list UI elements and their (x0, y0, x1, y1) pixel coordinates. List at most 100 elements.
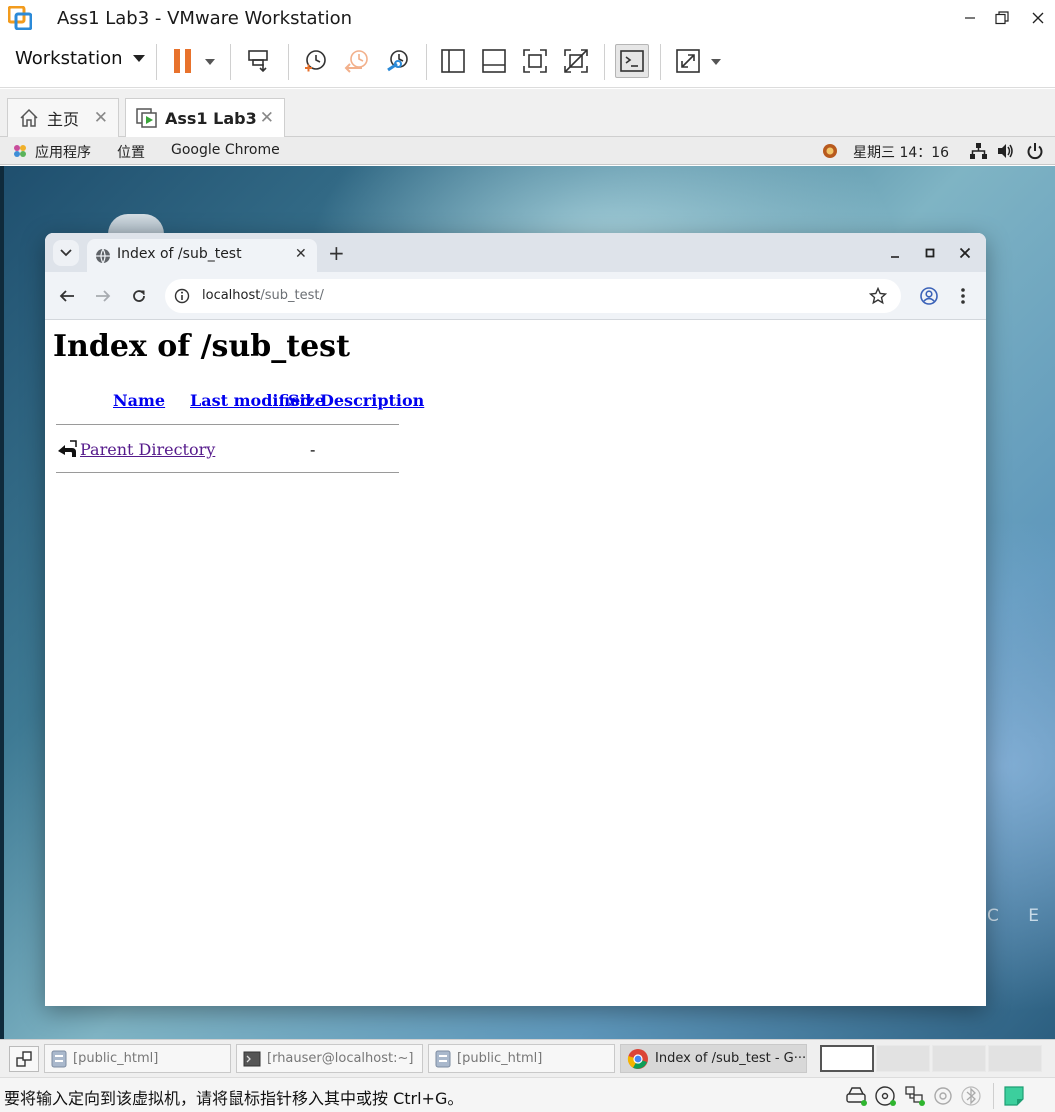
revert-snapshot-button[interactable] (340, 44, 374, 78)
workspace-3[interactable] (932, 1045, 986, 1072)
pause-dropdown-caret[interactable] (205, 59, 215, 65)
volume-icon[interactable] (996, 142, 1014, 164)
close-tab-icon[interactable]: ✕ (260, 108, 274, 128)
close-tab-icon[interactable]: ✕ (94, 108, 108, 128)
taskbar-item-label: [public_html] (457, 1051, 543, 1066)
arrow-left-icon (59, 290, 74, 302)
vmware-tab-bar: 主页 ✕ Ass1 Lab3 ✕ (0, 89, 1055, 137)
toolbar-divider (156, 44, 157, 80)
bluetooth-icon[interactable] (959, 1084, 983, 1108)
power-icon[interactable] (1026, 142, 1044, 164)
snapshot-icon (305, 50, 326, 72)
chrome-tab-title: Index of /sub_test (117, 246, 242, 262)
chrome-minimize-button[interactable] (888, 245, 902, 264)
places-menu[interactable]: 位置 (117, 142, 145, 162)
info-icon[interactable] (174, 288, 190, 304)
show-desktop-button[interactable] (9, 1046, 39, 1072)
close-tab-icon[interactable]: ✕ (295, 246, 307, 262)
applications-menu[interactable]: 应用程序 (35, 142, 91, 162)
minimize-button[interactable] (955, 4, 985, 32)
taskbar-item-files-2[interactable]: [public_html] (428, 1044, 615, 1073)
restore-button[interactable] (987, 4, 1017, 32)
address-bar[interactable]: localhost/sub_test/ (165, 279, 901, 313)
active-app-menu[interactable]: Google Chrome (171, 142, 280, 158)
chrome-menu-button[interactable] (959, 287, 967, 309)
vmware-status-bar: 要将输入定向到该虚拟机，请将鼠标指针移入其中或按 Ctrl+G。 (0, 1077, 1055, 1112)
parent-directory-link[interactable]: Parent Directory (80, 440, 215, 459)
workstation-menu[interactable]: Workstation (15, 48, 145, 69)
tab-home-label: 主页 (47, 110, 80, 129)
back-folder-icon (56, 439, 78, 463)
message-log-icon[interactable] (1003, 1084, 1027, 1108)
taskbar-item-chrome[interactable]: Index of /sub_test - G··· (620, 1044, 807, 1073)
weather-icon[interactable] (822, 143, 838, 163)
taskbar-item-label: [rhauser@localhost:~] (267, 1051, 414, 1066)
vmware-toolbar: Workstation (0, 36, 1055, 88)
chrome-close-button[interactable] (958, 245, 972, 264)
cd-dvd-icon[interactable] (874, 1084, 898, 1108)
unity-button[interactable] (559, 44, 593, 78)
toolbar-divider (426, 44, 427, 80)
back-button[interactable] (59, 288, 75, 308)
terminal-icon (243, 1051, 261, 1066)
status-message: 要将输入定向到该虚拟机，请将鼠标指针移入其中或按 Ctrl+G。 (4, 1089, 464, 1108)
tab-ass1-lab3-label: Ass1 Lab3 (165, 108, 257, 128)
file-manager-icon (435, 1050, 451, 1067)
workspace-4[interactable] (988, 1045, 1042, 1072)
take-snapshot-button[interactable] (298, 44, 332, 78)
taskbar-item-label: [public_html] (73, 1051, 159, 1066)
tab-home[interactable]: 主页 ✕ (7, 98, 119, 137)
page-content: Index of /sub_test Name Last modified Si… (45, 321, 986, 1006)
home-icon (20, 108, 38, 127)
bookmark-star-icon[interactable] (869, 287, 887, 305)
workspace-2[interactable] (876, 1045, 930, 1072)
bottom-panel-icon (482, 49, 506, 73)
show-library-button[interactable] (436, 44, 470, 78)
taskbar-item-terminal[interactable]: [rhauser@localhost:~] (236, 1044, 423, 1073)
workspace-1[interactable] (820, 1045, 874, 1072)
arrow-right-icon (96, 290, 111, 302)
workstation-menu-label: Workstation (15, 48, 123, 69)
new-tab-button[interactable]: + (328, 242, 345, 264)
snapshot-manager-icon (387, 50, 408, 72)
stretch-dropdown-caret[interactable] (711, 59, 721, 65)
network-adapter-icon[interactable] (903, 1084, 927, 1108)
fullscreen-icon (523, 49, 547, 73)
toolbar-divider (660, 44, 661, 80)
close-button[interactable] (1023, 4, 1053, 32)
show-desktop-icon (16, 1051, 32, 1067)
profile-button[interactable] (919, 286, 939, 310)
tab-search-button[interactable] (53, 240, 79, 266)
send-ctrl-alt-del-button[interactable] (242, 44, 276, 78)
hard-disk-icon[interactable] (845, 1084, 869, 1108)
chrome-maximize-button[interactable] (923, 245, 937, 264)
guest-taskbar: [public_html] [rhauser@localhost:~] [pub… (0, 1039, 1055, 1077)
column-header-description[interactable]: Description (320, 391, 424, 410)
taskbar-item-files-1[interactable]: [public_html] (44, 1044, 231, 1073)
forward-button[interactable] (95, 288, 111, 308)
tab-ass1-lab3[interactable]: Ass1 Lab3 ✕ (125, 98, 285, 137)
chrome-tab-strip: Index of /sub_test ✕ + (45, 233, 986, 272)
url-text[interactable]: localhost/sub_test/ (202, 288, 324, 303)
stretch-guest-button[interactable] (671, 44, 705, 78)
chrome-tab[interactable]: Index of /sub_test ✕ (87, 239, 317, 272)
show-thumbnail-bar-button[interactable] (477, 44, 511, 78)
sound-card-icon[interactable] (931, 1084, 955, 1108)
vmware-logo-icon (7, 5, 33, 31)
network-icon[interactable] (969, 142, 987, 164)
full-screen-button[interactable] (518, 44, 552, 78)
clock[interactable]: 星期三 14：16 (853, 142, 949, 162)
applications-menu-icon (12, 143, 28, 163)
reload-button[interactable] (131, 288, 147, 308)
pause-button[interactable] (166, 44, 200, 78)
column-header-name[interactable]: Name (113, 391, 165, 410)
window-title: Ass1 Lab3 - VMware Workstation (57, 8, 353, 29)
desktop-watermark: C E (986, 906, 1051, 926)
more-vert-icon (961, 288, 965, 304)
file-manager-icon (51, 1050, 67, 1067)
stretch-icon (676, 49, 700, 73)
chevron-down-icon (60, 249, 72, 257)
console-view-button[interactable] (615, 44, 649, 78)
snapshot-manager-button[interactable] (381, 44, 415, 78)
chrome-window: Index of /sub_test ✕ + localhost/sub_tes… (45, 233, 986, 1006)
